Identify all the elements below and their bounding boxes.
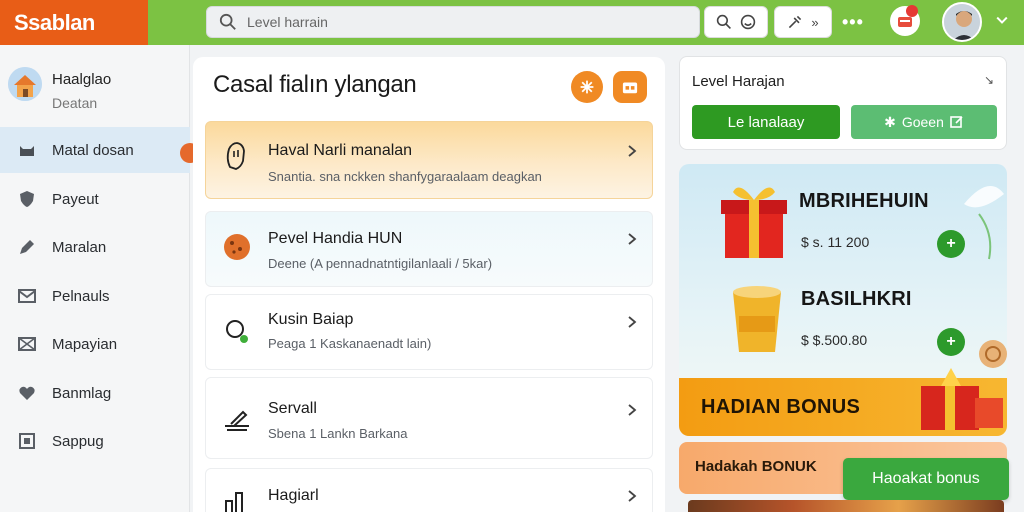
row-subtitle: Snantia. sna nckken shanfygaraalaam deag…	[268, 169, 542, 184]
sidebar-item-label: Matal dosan	[52, 141, 134, 159]
sidebar-item-payeut[interactable]: Payeut	[0, 176, 190, 222]
tools-button-label: »	[811, 14, 819, 30]
top-bar: Ssablan » •••	[0, 0, 1024, 45]
chevron-right-icon	[628, 145, 637, 157]
list-item[interactable]: Servall Sbena 1 Lankn Barkana	[205, 377, 653, 459]
primary-button[interactable]: Le lanalaay	[692, 105, 840, 139]
row-title: Pevel Handia HUN	[268, 230, 403, 247]
sparkle-icon: ✱	[884, 113, 896, 130]
cat-icon	[16, 139, 38, 161]
row-title: Kusin Baiap	[268, 311, 354, 328]
row-title: Haval Narli manalan	[268, 142, 413, 159]
secondary-button[interactable]: ✱ Goeen	[851, 105, 997, 139]
star-button[interactable]	[571, 71, 603, 103]
chevron-down-icon[interactable]	[994, 12, 1010, 28]
sparkle-icon	[580, 80, 594, 94]
box-icon	[16, 430, 38, 452]
promo-item-price: $ $.500.80	[801, 332, 868, 348]
profile-subtitle: Deatan	[52, 95, 98, 111]
search-bar[interactable]	[206, 6, 700, 38]
user-avatar[interactable]	[942, 2, 982, 42]
row-subtitle: Deene (A pennadnatntigilanlaali / 5kar)	[268, 256, 493, 271]
sidebar-item-label: Banmlag	[52, 384, 112, 402]
hammer-icon	[220, 402, 254, 436]
page-title: Casal fialın ylangan	[213, 71, 417, 98]
list-item[interactable]: Haval Narli manalan Snantia. sna nckken …	[205, 121, 653, 199]
chevron-right-icon	[628, 233, 637, 245]
level-card-title: Level Harajan	[692, 73, 785, 90]
secondary-button-label: Goeen	[901, 114, 944, 130]
sidebar-item-label: Sappug	[52, 432, 104, 450]
gift-pile-icon	[921, 368, 1003, 430]
sidebar-item-label: Maralan	[52, 238, 107, 256]
app-logo[interactable]: Ssablan	[0, 0, 148, 45]
chevron-right-icon	[628, 404, 637, 416]
row-title: Servall	[268, 400, 317, 417]
search-icon	[219, 13, 236, 30]
profile-avatar	[8, 67, 42, 101]
sidebar-profile[interactable]: Haalglao Deatan	[8, 67, 184, 117]
heart-icon	[16, 382, 38, 404]
house-icon	[8, 67, 42, 101]
sidebar-item-mapayian[interactable]: Mapayian	[0, 321, 190, 367]
list-item[interactable]: Kusin Baiap Peaga 1 Kaskanaenadt lain)	[205, 294, 653, 370]
promo-card: MBRIHEHUIN $ s. 11 200 + BASILHKRI $ $.5…	[679, 164, 1007, 436]
sidebar-item-maralan[interactable]: Maralan	[0, 224, 190, 270]
sidebar-item-label: Pelnauls	[52, 287, 110, 305]
bonus-banner-label: HADIAN BONUS	[701, 396, 861, 418]
row-title: Hagiarl	[268, 487, 319, 504]
bonus-strip-label: Hadakah BONUK	[695, 458, 817, 475]
search-icon	[716, 14, 731, 29]
edit-icon	[950, 116, 963, 128]
add-to-cart-button[interactable]: +	[937, 328, 965, 356]
list-item[interactable]: Hagiarl	[205, 468, 653, 512]
store-button[interactable]	[613, 71, 647, 103]
sidebar: Haalglao Deatan Matal dosan Payeut Maral…	[0, 45, 190, 512]
list-item[interactable]: Pevel Handia HUN Deene (A pennadnatntigi…	[205, 211, 653, 287]
notification-badge	[906, 5, 918, 17]
sidebar-item-pelnauls[interactable]: Pelnauls	[0, 273, 190, 319]
tools-button[interactable]: »	[774, 6, 832, 38]
main-panel: Casal fialın ylangan Haval Narli manalan…	[193, 57, 665, 512]
search-leaf-icon	[220, 315, 254, 349]
level-card: Level Harajan ↘ Le lanalaay ✱ Goeen	[679, 56, 1007, 150]
chevron-right-icon	[628, 316, 637, 328]
search-input[interactable]	[247, 14, 667, 30]
collapse-icon[interactable]: ↘	[984, 73, 994, 87]
sidebar-item-banmlag[interactable]: Banmlag	[0, 370, 190, 416]
cookie-icon	[220, 230, 254, 264]
sidebar-item-label: Mapayian	[52, 335, 118, 353]
sidebar-item-sappug[interactable]: Sappug	[0, 418, 190, 464]
profile-name: Haalglao	[52, 71, 112, 88]
store-icon	[622, 82, 638, 94]
row-subtitle: Sbena 1 Lankn Barkana	[268, 426, 408, 441]
drink-cup-icon	[733, 286, 781, 352]
promo-item-name: MBRIHEHUIN	[799, 190, 929, 212]
chart-icon	[220, 485, 254, 512]
sidebar-item-label: Payeut	[52, 190, 99, 208]
face-icon	[740, 14, 756, 30]
chevron-right-icon	[628, 490, 637, 502]
food-image-strip	[688, 500, 1004, 512]
search-face-button[interactable]	[704, 6, 768, 38]
hand-icon	[220, 138, 254, 172]
promo-item-price: $ s. 11 200	[801, 234, 870, 250]
promo-item-name: BASILHKRI	[801, 288, 912, 310]
tools-icon	[789, 15, 802, 29]
avatar-image	[944, 4, 980, 40]
add-to-cart-button[interactable]: +	[937, 230, 965, 258]
pen-icon	[16, 236, 38, 258]
gift-box-icon	[721, 187, 787, 258]
row-subtitle: Peaga 1 Kaskanaenadt lain)	[268, 336, 432, 351]
mail-icon	[16, 285, 38, 307]
sidebar-item-matal-dosan[interactable]: Matal dosan	[0, 127, 190, 173]
shield-icon	[16, 188, 38, 210]
envelope-icon	[16, 333, 38, 355]
bonus-button[interactable]: Haoakat bonus	[843, 458, 1009, 500]
more-menu[interactable]: •••	[842, 12, 864, 33]
